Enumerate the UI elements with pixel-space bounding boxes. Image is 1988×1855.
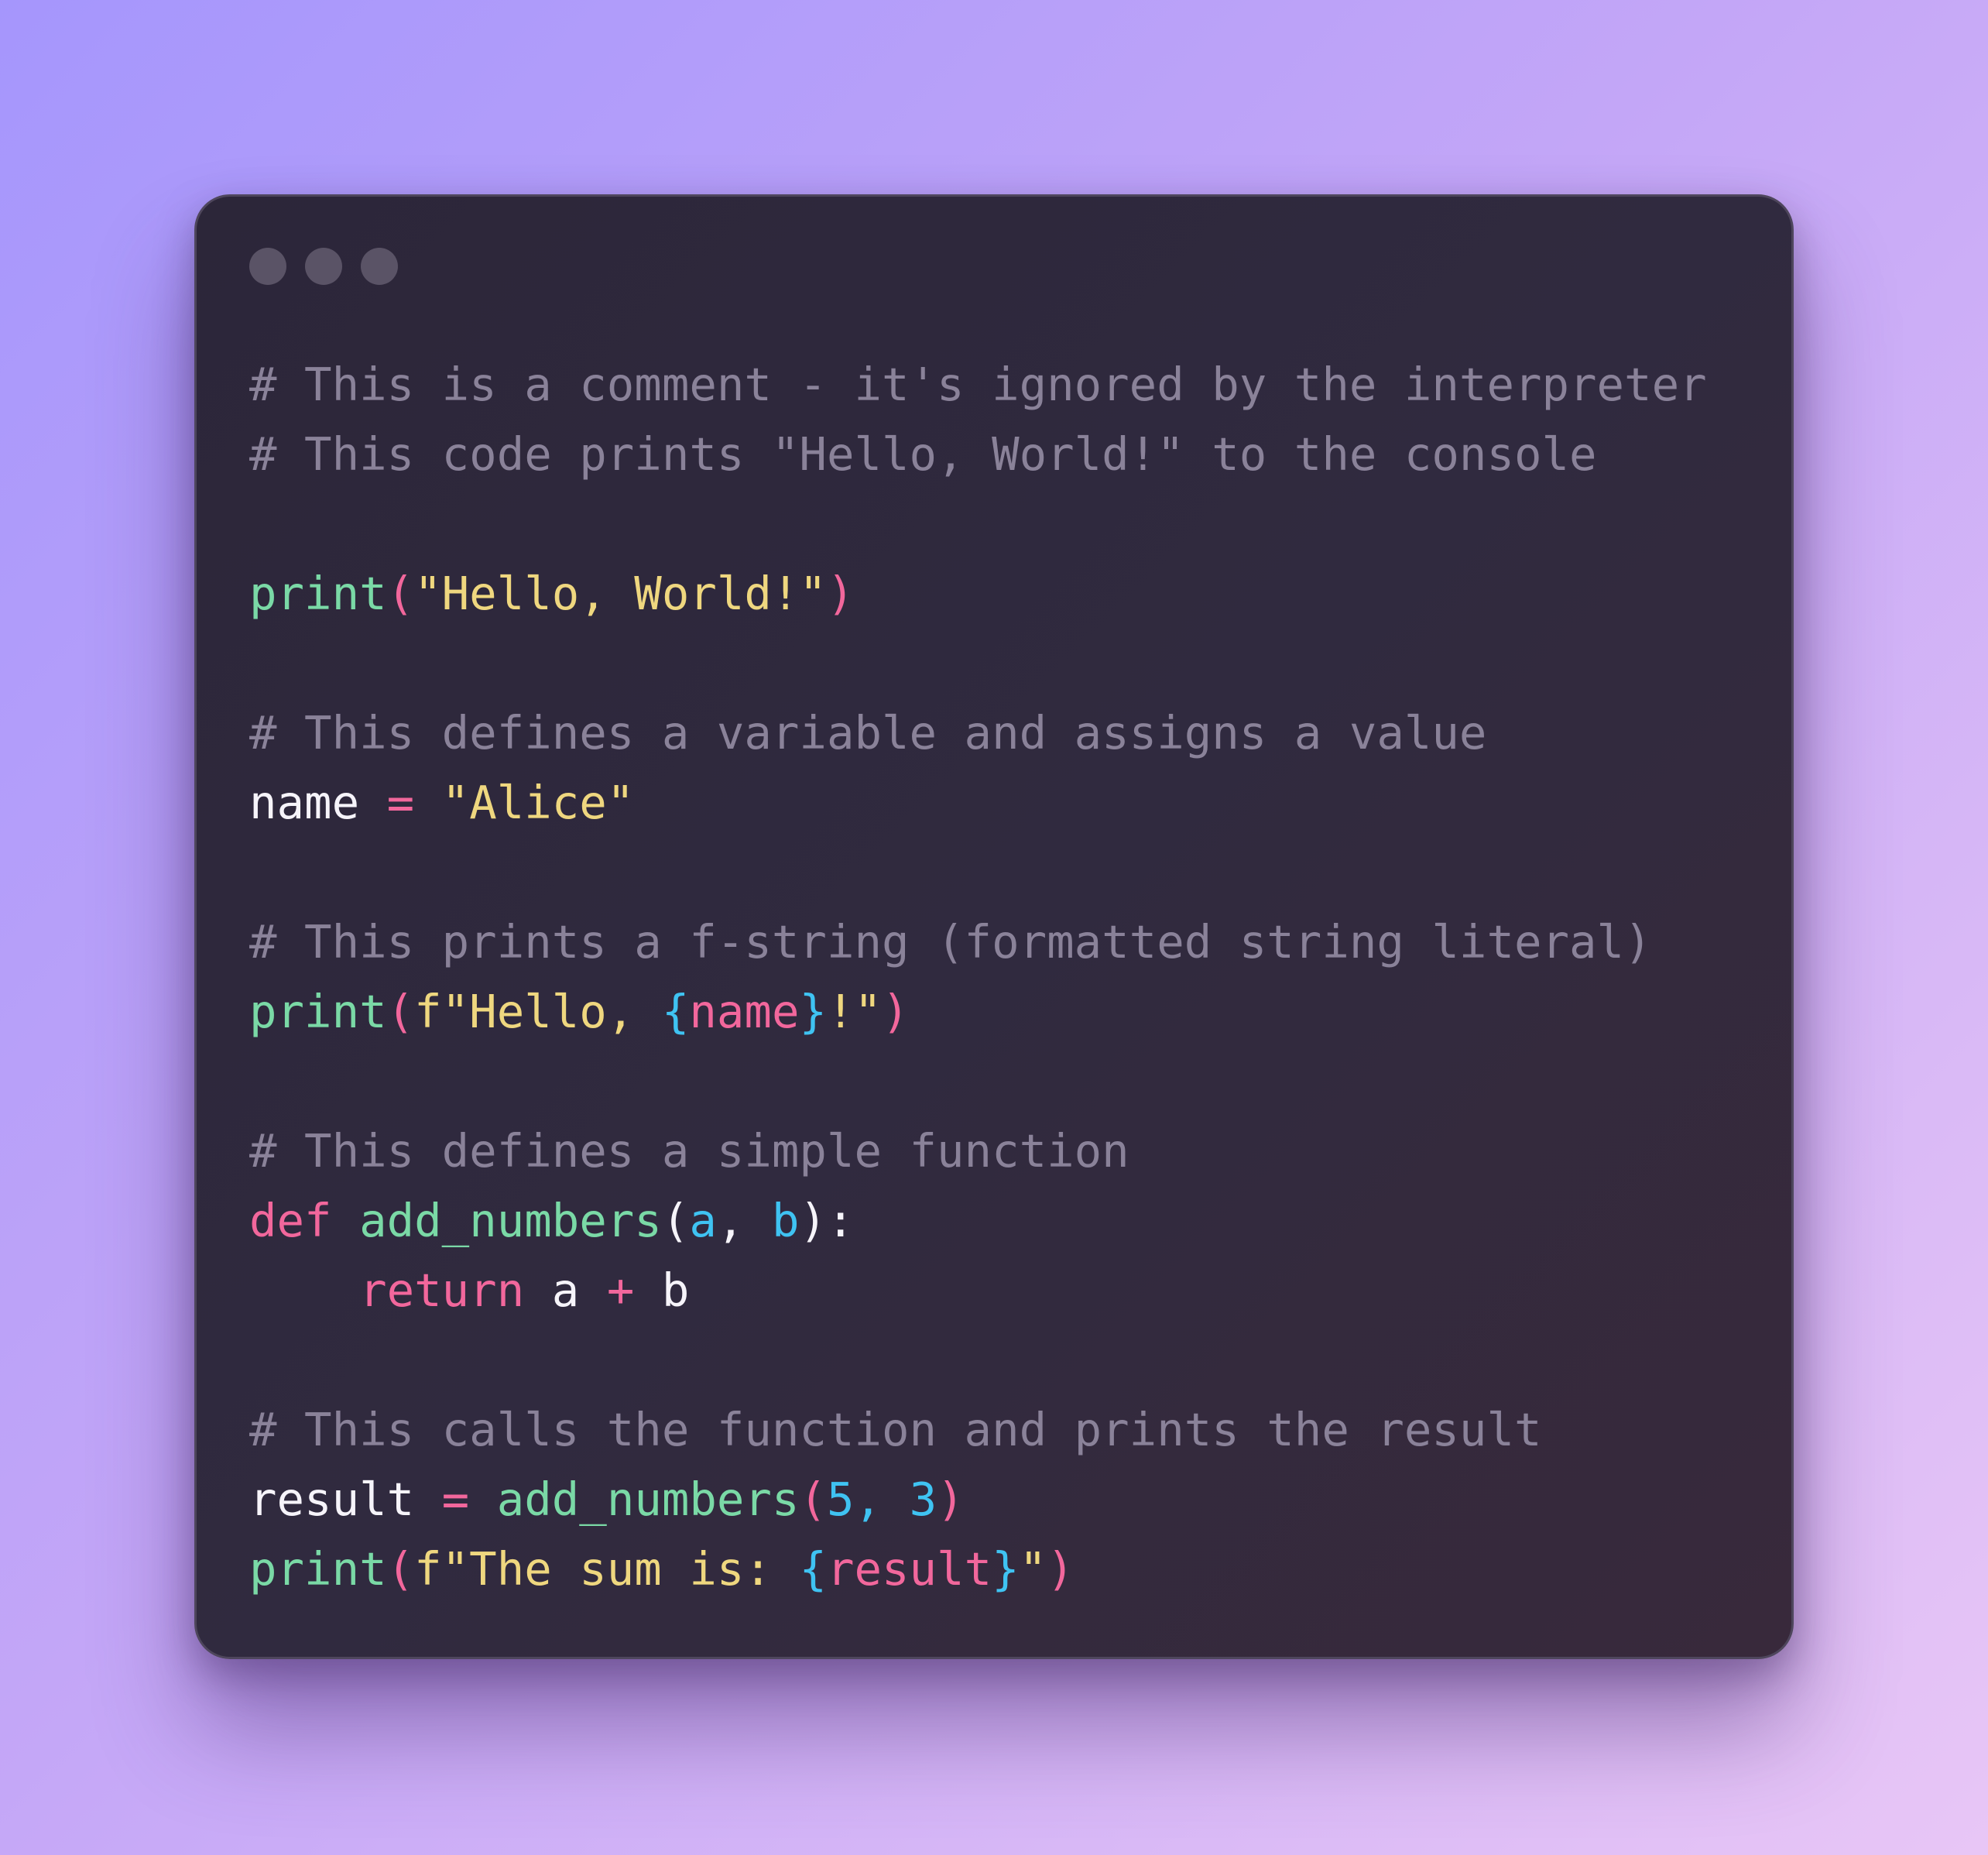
keyword: def [249, 1194, 332, 1247]
paren: ) [937, 1473, 965, 1526]
string-literal: " [1019, 1542, 1047, 1596]
code-line-18: print(f"The sum is: {result}") [249, 1534, 1707, 1604]
paren: ) [826, 567, 855, 620]
string-literal: f"The sum is: [414, 1542, 800, 1596]
code-line-6: # This defines a variable and assigns a … [249, 698, 1707, 768]
interpolation-variable: result [826, 1542, 992, 1596]
interpolation-brace: } [799, 985, 827, 1038]
variable-name: b [661, 1264, 690, 1317]
code-line-17: result = add_numbers(5, 3) [249, 1465, 1707, 1534]
code-line-12: # This defines a simple function [249, 1116, 1707, 1186]
variable-name: name [249, 776, 360, 829]
code-block: # This is a comment - it's ignored by th… [249, 350, 1707, 1604]
comma: , [716, 1194, 745, 1247]
code-line-13: def add_numbers(a, b): [249, 1186, 1707, 1256]
comment: # This calls the function and prints the… [249, 1403, 1542, 1456]
operator: = [386, 776, 415, 829]
function-name: add_numbers [359, 1194, 662, 1247]
operator: = [441, 1473, 470, 1526]
maximize-dot-icon[interactable] [361, 248, 398, 285]
close-dot-icon[interactable] [249, 248, 286, 285]
paren: ( [386, 567, 415, 620]
paren: ) [882, 985, 910, 1038]
paren: ( [386, 985, 415, 1038]
window-controls [249, 248, 398, 285]
number-literal: 5 [827, 1473, 855, 1526]
variable-name: result [249, 1473, 415, 1526]
variable-name: a [551, 1264, 580, 1317]
operator: + [606, 1264, 635, 1317]
interpolation-variable: name [689, 985, 800, 1038]
interpolation-brace: { [799, 1542, 827, 1596]
code-window: # This is a comment - it's ignored by th… [194, 194, 1794, 1659]
code-line-2: # This code prints "Hello, World!" to th… [249, 420, 1707, 489]
parameter: b [771, 1194, 800, 1247]
comment: # This code prints "Hello, World!" to th… [249, 427, 1597, 481]
number-literal: 3 [909, 1473, 937, 1526]
code-line-16: # This calls the function and prints the… [249, 1395, 1707, 1465]
paren: ( [661, 1194, 690, 1247]
string-literal: !" [827, 985, 883, 1038]
function-name: print [249, 567, 387, 620]
paren: ) [1047, 1542, 1075, 1596]
paren: ( [386, 1542, 415, 1596]
comma: , [854, 1473, 883, 1526]
string-literal: "Hello, World!" [414, 567, 827, 620]
code-line-4: print("Hello, World!") [249, 559, 1707, 629]
code-line-9: # This prints a f-string (formatted stri… [249, 907, 1707, 977]
code-line-10: print(f"Hello, {name}!") [249, 977, 1707, 1047]
comment: # This is a comment - it's ignored by th… [249, 358, 1707, 411]
code-line-7: name = "Alice" [249, 768, 1707, 838]
function-name: add_numbers [496, 1473, 800, 1526]
string-literal: f"Hello, [414, 985, 662, 1038]
comment: # This defines a simple function [249, 1124, 1129, 1178]
code-line-14: return a + b [249, 1256, 1707, 1325]
interpolation-brace: { [661, 985, 690, 1038]
code-line-1: # This is a comment - it's ignored by th… [249, 350, 1707, 420]
interpolation-brace: } [992, 1542, 1020, 1596]
minimize-dot-icon[interactable] [305, 248, 342, 285]
function-name: print [249, 985, 387, 1038]
string-literal: "Alice" [441, 776, 635, 829]
paren: ( [799, 1473, 827, 1526]
comment: # This defines a variable and assigns a … [249, 706, 1487, 759]
keyword: return [359, 1264, 525, 1317]
function-name: print [249, 1542, 387, 1596]
comment: # This prints a f-string (formatted stri… [249, 915, 1652, 969]
parameter: a [689, 1194, 717, 1247]
paren: ): [799, 1194, 855, 1247]
